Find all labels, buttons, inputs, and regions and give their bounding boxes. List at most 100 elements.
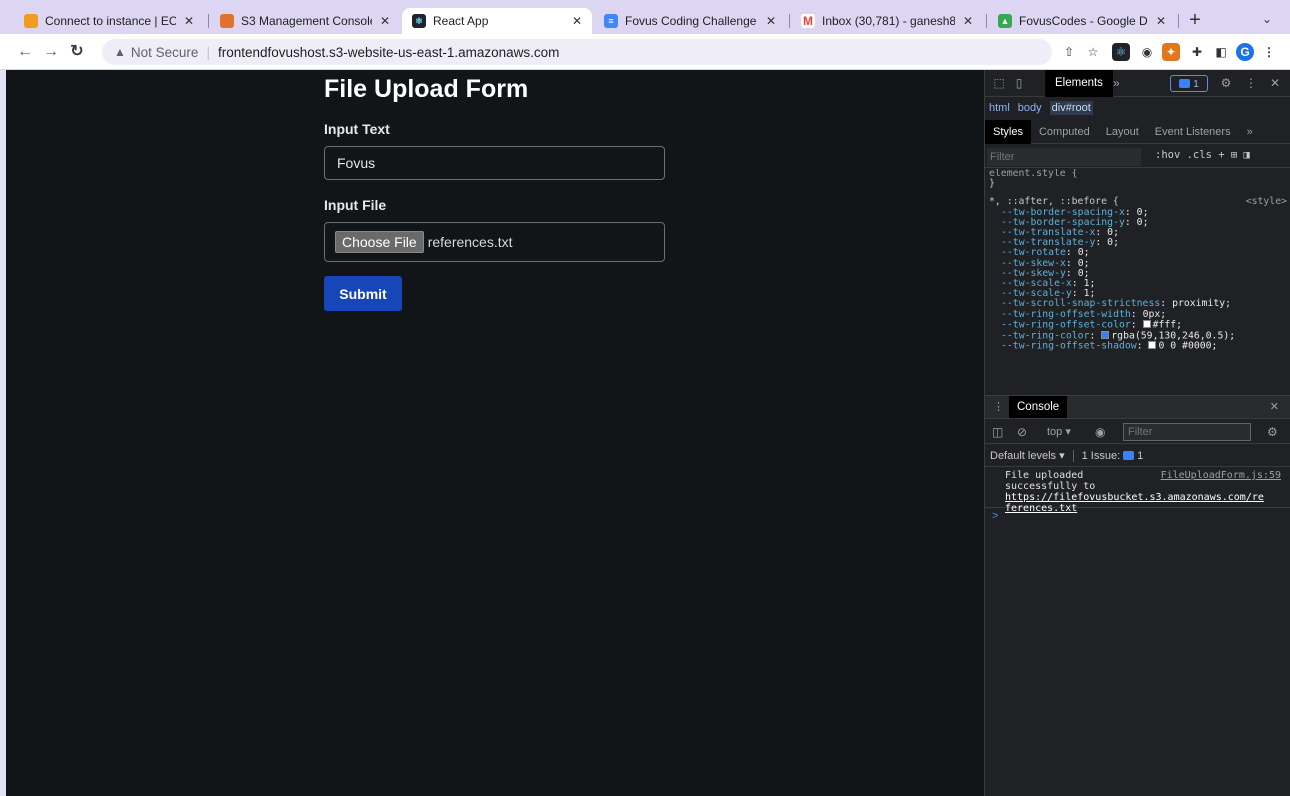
tab-label: FovusCodes - Google Drive	[1019, 14, 1148, 28]
more-tabs-icon[interactable]: »	[1113, 70, 1120, 97]
metamask-icon[interactable]: ✦	[1162, 43, 1180, 61]
color-swatch[interactable]	[1148, 341, 1157, 350]
close-icon[interactable]: ✕	[764, 14, 778, 28]
drawer-menu-icon[interactable]: ⋮	[993, 400, 1004, 413]
chat-icon	[1123, 451, 1135, 460]
share-icon[interactable]: ⇧	[1060, 43, 1078, 61]
extension-icon[interactable]: ◉	[1138, 43, 1156, 61]
css-declaration[interactable]: --tw-ring-color: rgba(59,130,246,0.5);	[989, 330, 1290, 342]
text-input[interactable]	[324, 146, 665, 180]
eye-icon[interactable]: ◉	[1095, 425, 1105, 439]
drive-icon: ▲	[998, 14, 1012, 28]
breadcrumb: html body div#root	[985, 98, 1290, 118]
browser-window: Connect to instance | EC2 M ✕ S3 Managem…	[0, 0, 1290, 796]
menu-kebab-icon[interactable]: ⋮	[1260, 43, 1278, 61]
crumb-body[interactable]: body	[1018, 102, 1042, 114]
tab-label: Fovus Coding Challenge - C	[625, 14, 758, 28]
crumb-html[interactable]: html	[989, 102, 1010, 114]
issues-counter[interactable]: 1 Issue: 1	[1072, 449, 1144, 462]
sidebar-icon[interactable]: ◧	[1212, 43, 1230, 61]
css-value: #fff;	[1152, 319, 1183, 331]
color-swatch[interactable]	[1101, 330, 1110, 339]
add-rule-icon[interactable]: +	[1218, 149, 1224, 161]
address-bar[interactable]: ▲ Not Secure | frontendfovushost.s3-webs…	[102, 39, 1052, 65]
element-style-rule: element.style {	[989, 169, 1078, 179]
more-tabs-icon[interactable]: »	[1239, 120, 1261, 144]
css-property: --tw-ring-offset-color	[1001, 319, 1131, 331]
css-declaration[interactable]: --tw-ring-offset-color: #fff;	[989, 320, 1290, 331]
submit-button[interactable]: Submit	[324, 276, 402, 311]
console-prompt[interactable]: >	[985, 510, 1290, 524]
crumb-root[interactable]: div#root	[1049, 101, 1093, 115]
color-swatch[interactable]	[1142, 319, 1151, 328]
profile-avatar[interactable]: G	[1236, 43, 1254, 61]
console-log-entry: FileUploadForm.js:59 File uploaded succe…	[985, 468, 1290, 514]
tab-event-listeners[interactable]: Event Listeners	[1147, 120, 1239, 144]
back-button[interactable]: ←	[14, 41, 36, 63]
console-levels-bar: Default levels ▾ 1 Issue: 1	[985, 445, 1290, 467]
close-icon[interactable]: ✕	[961, 14, 975, 28]
log-source-link[interactable]: FileUploadForm.js:59	[1161, 470, 1281, 481]
url-text: frontendfovushost.s3-website-us-east-1.a…	[217, 44, 560, 60]
puzzle-icon[interactable]: ✚	[1188, 43, 1206, 61]
css-declaration[interactable]: --tw-ring-offset-shadow: 0 0 #0000;	[989, 341, 1290, 352]
tab-label: React App	[433, 14, 489, 28]
css-property: --tw-ring-offset-shadow	[1001, 340, 1137, 352]
context-selector[interactable]: top ▾	[1047, 425, 1071, 438]
tab-console[interactable]: Console	[1009, 396, 1068, 418]
sidebar-toggle-icon[interactable]: ◫	[992, 425, 1003, 439]
tab-separator	[789, 14, 790, 28]
css-value: 0px;	[1142, 308, 1167, 320]
clear-console-icon[interactable]: ⊘	[1017, 425, 1027, 439]
bookmark-star-icon[interactable]: ☆	[1084, 43, 1102, 61]
device-toggle-icon[interactable]: ▯	[1011, 75, 1027, 91]
new-tab-button[interactable]: +	[1184, 10, 1206, 32]
close-icon[interactable]: ✕	[378, 14, 392, 28]
log-levels-dropdown[interactable]: Default levels ▾	[990, 449, 1065, 462]
issue-count: 1	[1137, 449, 1144, 462]
log-text: File uploaded successfully to	[1005, 470, 1096, 492]
tab-styles[interactable]: Styles	[985, 119, 1031, 144]
toggle-sidebar-icon[interactable]: ◨	[1244, 149, 1250, 161]
styles-filter-input[interactable]	[987, 148, 1141, 166]
reload-button[interactable]: ↻	[66, 41, 88, 63]
css-property: --tw-ring-color	[1001, 330, 1090, 342]
tab-ec2[interactable]: Connect to instance | EC2 M ✕	[14, 8, 204, 34]
menu-kebab-icon[interactable]: ⋮	[1243, 75, 1259, 91]
css-value: proximity;	[1172, 298, 1232, 310]
tab-s3[interactable]: S3 Management Console ✕	[210, 8, 400, 34]
tab-gmail[interactable]: M Inbox (30,781) - ganesh83 ✕	[791, 8, 983, 34]
gear-icon[interactable]: ⚙	[1267, 425, 1278, 439]
chevron-down-icon[interactable]: ⌄	[1258, 12, 1276, 30]
tab-elements[interactable]: Elements	[1045, 70, 1113, 97]
choose-file-button[interactable]: Choose File	[335, 231, 424, 253]
file-input[interactable]: Choose File references.txt	[324, 222, 665, 262]
browser-toolbar: ← → ↻ ▲ Not Secure | frontendfovushost.s…	[0, 34, 1290, 70]
css-declaration[interactable]: --tw-ring-offset-width: 0px;	[989, 308, 1290, 320]
close-icon[interactable]: ✕	[182, 14, 196, 28]
close-icon[interactable]: ✕	[570, 14, 584, 28]
tab-fovus-challenge[interactable]: ≡ Fovus Coding Challenge - C ✕	[594, 8, 786, 34]
close-icon[interactable]: ✕	[1270, 400, 1279, 413]
tab-react-app[interactable]: ⚛ React App ✕	[402, 8, 592, 34]
close-icon[interactable]: ✕	[1154, 14, 1168, 28]
chat-icon	[1179, 79, 1191, 88]
tab-google-drive[interactable]: ▲ FovusCodes - Google Drive ✕	[988, 8, 1176, 34]
hov-cls-toggles[interactable]: :hov .cls	[1155, 149, 1212, 161]
tab-separator	[208, 14, 209, 28]
forward-button[interactable]: →	[40, 41, 62, 63]
levels-label: Default levels	[990, 450, 1057, 462]
gear-icon[interactable]: ⚙	[1218, 75, 1234, 91]
close-icon[interactable]: ✕	[1267, 75, 1283, 91]
styles-subtabs: Styles Computed Layout Event Listeners »	[985, 119, 1290, 144]
paint-icon[interactable]: ⊞	[1231, 149, 1237, 161]
issues-badge[interactable]: 1	[1170, 75, 1208, 92]
inspect-element-icon[interactable]: ⬚	[991, 75, 1007, 91]
address-divider: |	[206, 44, 210, 60]
console-filter-input[interactable]	[1123, 423, 1251, 441]
gmail-icon: M	[801, 14, 815, 28]
react-devtools-icon[interactable]: ⚛	[1112, 43, 1130, 61]
rule-source-link[interactable]: <style>	[1246, 197, 1287, 207]
tab-computed[interactable]: Computed	[1031, 120, 1098, 144]
tab-layout[interactable]: Layout	[1098, 120, 1147, 144]
